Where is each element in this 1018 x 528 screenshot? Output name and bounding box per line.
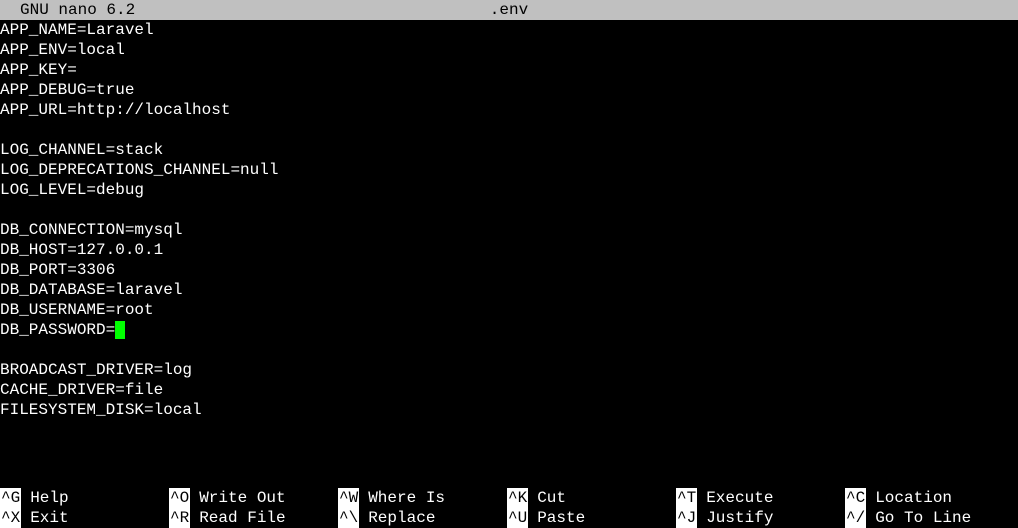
- shortcut-key: ^W: [338, 488, 359, 508]
- shortcut-label: Exit: [30, 508, 68, 528]
- editor-line[interactable]: DB_PORT=3306: [0, 260, 1018, 280]
- shortcut-item[interactable]: ^R Read File: [169, 508, 338, 528]
- editor-area[interactable]: APP_NAME=LaravelAPP_ENV=localAPP_KEY=APP…: [0, 20, 1018, 420]
- shortcut-label: Where Is: [368, 488, 445, 508]
- editor-line[interactable]: DB_PASSWORD=: [0, 320, 1018, 340]
- shortcut-item[interactable]: ^U Paste: [507, 508, 676, 528]
- editor-line[interactable]: APP_NAME=Laravel: [0, 20, 1018, 40]
- editor-line[interactable]: DB_DATABASE=laravel: [0, 280, 1018, 300]
- shortcut-label: Execute: [706, 488, 773, 508]
- titlebar: GNU nano 6.2 .env: [0, 0, 1018, 20]
- shortcut-label: Help: [30, 488, 68, 508]
- shortcut-item[interactable]: ^G Help: [0, 488, 169, 508]
- shortcut-item[interactable]: ^/ Go To Line: [845, 508, 1014, 528]
- shortcut-item[interactable]: ^O Write Out: [169, 488, 338, 508]
- shortcut-item[interactable]: ^X Exit: [0, 508, 169, 528]
- editor-line[interactable]: [0, 120, 1018, 140]
- app-name: GNU nano 6.2: [0, 0, 135, 20]
- shortcut-row-2: ^X Exit ^R Read File ^\ Replace ^U Paste ^J Justi…: [0, 508, 1018, 528]
- shortcut-key: ^R: [169, 508, 190, 528]
- shortcut-label: Paste: [537, 508, 585, 528]
- shortcut-label: Justify: [706, 508, 773, 528]
- editor-line[interactable]: LOG_LEVEL=debug: [0, 180, 1018, 200]
- shortcut-label: Cut: [537, 488, 566, 508]
- shortcut-key: ^T: [676, 488, 697, 508]
- editor-line[interactable]: APP_KEY=: [0, 60, 1018, 80]
- shortcut-item[interactable]: ^J Justify: [676, 508, 845, 528]
- editor-line[interactable]: DB_USERNAME=root: [0, 300, 1018, 320]
- editor-line[interactable]: [0, 200, 1018, 220]
- editor-line[interactable]: DB_CONNECTION=mysql: [0, 220, 1018, 240]
- editor-line[interactable]: BROADCAST_DRIVER=log: [0, 360, 1018, 380]
- editor-line[interactable]: [0, 340, 1018, 360]
- editor-line[interactable]: APP_DEBUG=true: [0, 80, 1018, 100]
- shortcut-label: Read File: [199, 508, 285, 528]
- shortcut-key: ^C: [845, 488, 866, 508]
- editor-line[interactable]: FILESYSTEM_DISK=local: [0, 400, 1018, 420]
- editor-line[interactable]: CACHE_DRIVER=file: [0, 380, 1018, 400]
- shortcut-item[interactable]: ^W Where Is: [338, 488, 507, 508]
- editor-line[interactable]: DB_HOST=127.0.0.1: [0, 240, 1018, 260]
- shortcut-label: Go To Line: [875, 508, 971, 528]
- shortcut-item[interactable]: ^K Cut: [507, 488, 676, 508]
- shortcut-item[interactable]: ^C Location: [845, 488, 1014, 508]
- shortcut-label: Replace: [368, 508, 435, 528]
- shortcut-key: ^K: [507, 488, 528, 508]
- shortcut-key: ^/: [845, 508, 866, 528]
- cursor: [115, 321, 125, 339]
- editor-line[interactable]: APP_URL=http://localhost: [0, 100, 1018, 120]
- shortcut-bar: ^G Help ^O Write Out ^W Where Is ^K Cut ^T Execut…: [0, 488, 1018, 528]
- shortcut-key: ^O: [169, 488, 190, 508]
- shortcut-item[interactable]: ^\ Replace: [338, 508, 507, 528]
- editor-line[interactable]: LOG_DEPRECATIONS_CHANNEL=null: [0, 160, 1018, 180]
- shortcut-key: ^U: [507, 508, 528, 528]
- shortcut-key: ^J: [676, 508, 697, 528]
- shortcut-item[interactable]: ^T Execute: [676, 488, 845, 508]
- editor-line[interactable]: APP_ENV=local: [0, 40, 1018, 60]
- shortcut-label: Write Out: [199, 488, 285, 508]
- filename: .env: [490, 0, 528, 20]
- shortcut-label: Location: [875, 488, 952, 508]
- shortcut-row-1: ^G Help ^O Write Out ^W Where Is ^K Cut ^T Execut…: [0, 488, 1018, 508]
- shortcut-key: ^\: [338, 508, 359, 528]
- shortcut-key: ^G: [0, 488, 21, 508]
- shortcut-key: ^X: [0, 508, 21, 528]
- editor-line[interactable]: LOG_CHANNEL=stack: [0, 140, 1018, 160]
